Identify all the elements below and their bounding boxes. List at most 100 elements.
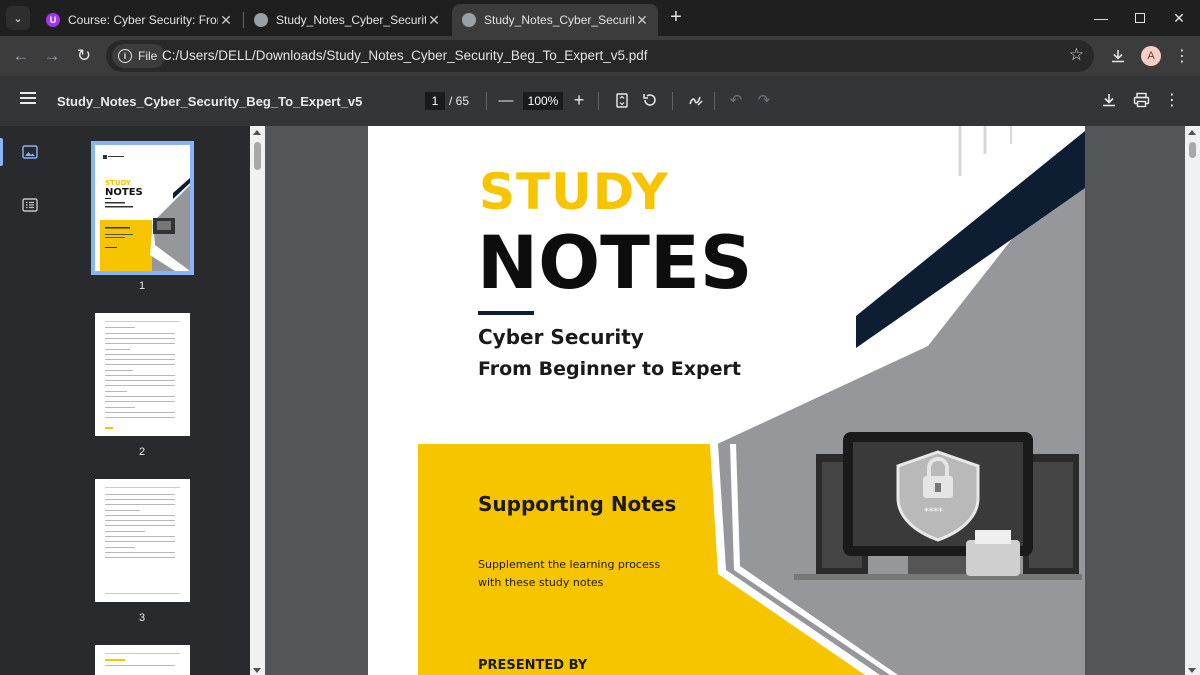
page-line bbox=[105, 487, 180, 488]
pdf-viewer[interactable]: **** STUDY NOTES Cyber Security From Beg… bbox=[265, 126, 1185, 675]
close-icon[interactable]: ✕ bbox=[218, 12, 234, 28]
thumbnail-page-1[interactable]: STUDY NOTES bbox=[91, 141, 194, 275]
toolbar-divider bbox=[714, 92, 715, 110]
profile-avatar[interactable]: A bbox=[1141, 46, 1161, 66]
forward-button[interactable]: → bbox=[38, 42, 66, 70]
page-line bbox=[105, 504, 175, 505]
globe-icon bbox=[462, 13, 476, 27]
zoom-out-button[interactable]: — bbox=[495, 89, 517, 111]
scroll-down-arrow[interactable] bbox=[253, 668, 261, 673]
thumbnail-page-2[interactable] bbox=[95, 313, 190, 436]
new-tab-button[interactable]: + bbox=[666, 7, 686, 28]
zoom-input[interactable]: 100% bbox=[523, 92, 563, 110]
page-line bbox=[105, 354, 175, 355]
supporting-notes-heading: Supporting Notes bbox=[478, 492, 677, 516]
bookmark-star-icon[interactable]: ☆ bbox=[1069, 45, 1084, 65]
svg-text:STUDY: STUDY bbox=[105, 179, 132, 187]
page-line bbox=[105, 321, 180, 322]
document-scrollbar[interactable] bbox=[1185, 126, 1200, 675]
window-close-button[interactable]: ✕ bbox=[1156, 0, 1200, 36]
page-line bbox=[105, 510, 140, 511]
page-line bbox=[105, 338, 175, 339]
reload-button[interactable]: ↻ bbox=[70, 42, 98, 70]
page-line bbox=[105, 327, 135, 328]
page-line bbox=[105, 499, 175, 500]
download-icon bbox=[1103, 94, 1115, 107]
scroll-down-arrow[interactable] bbox=[1188, 668, 1196, 673]
page-line bbox=[105, 665, 175, 666]
scroll-thumb[interactable] bbox=[1189, 142, 1196, 158]
toolbar-divider bbox=[672, 92, 673, 110]
close-icon[interactable]: ✕ bbox=[426, 12, 442, 28]
thumbnail-label: 3 bbox=[138, 612, 146, 624]
page-line bbox=[105, 401, 175, 402]
tab-search-button[interactable]: ⌄ bbox=[6, 6, 30, 30]
page-line bbox=[105, 412, 175, 413]
page-line bbox=[105, 541, 175, 542]
page-number-input[interactable]: 1 bbox=[425, 92, 445, 110]
close-icon[interactable]: ✕ bbox=[634, 12, 650, 28]
outline-icon[interactable] bbox=[22, 198, 38, 212]
rotate-icon bbox=[643, 94, 656, 106]
tab-study-notes-active[interactable]: Study_Notes_Cyber_Security_Beg ✕ bbox=[452, 4, 658, 36]
thumbnail-label: 1 bbox=[138, 280, 146, 292]
pdf-page-1: **** STUDY NOTES Cyber Security From Beg… bbox=[368, 126, 1085, 675]
tab-title: Course: Cyber Security: From Beg bbox=[68, 13, 218, 27]
pdf-download-button[interactable] bbox=[1098, 89, 1120, 111]
page-line bbox=[105, 380, 175, 381]
cover-artwork: **** bbox=[418, 126, 1085, 675]
page-line bbox=[105, 385, 175, 386]
page-line bbox=[105, 536, 175, 537]
downloads-button[interactable] bbox=[1104, 42, 1132, 70]
annotate-button[interactable] bbox=[685, 89, 707, 111]
address-bar[interactable]: i File C:/Users/DELL/Downloads/Study_Not… bbox=[106, 40, 1094, 72]
pdf-toolbar: Study_Notes_Cyber_Security_Beg_To_Expert… bbox=[0, 76, 1200, 126]
scroll-thumb[interactable] bbox=[254, 142, 261, 170]
tab-course[interactable]: U Course: Cyber Security: From Beg ✕ bbox=[36, 4, 242, 36]
selected-indicator bbox=[0, 138, 3, 166]
maximize-icon bbox=[1135, 13, 1145, 23]
fit-to-page-icon bbox=[616, 92, 628, 108]
sidebar-menu-button[interactable] bbox=[20, 92, 36, 106]
thumbnail-page-4[interactable] bbox=[95, 645, 190, 675]
tab-title: Study_Notes_Cyber_Security_Beg bbox=[484, 13, 634, 27]
back-button[interactable]: ← bbox=[7, 42, 35, 70]
presented-by-label: PRESENTED BY bbox=[478, 658, 588, 673]
pdf-sidebar-nav bbox=[0, 126, 56, 675]
page-line bbox=[105, 653, 180, 654]
cover-notes-heading: NOTES bbox=[477, 221, 753, 306]
page-line bbox=[105, 359, 175, 360]
page-line bbox=[105, 349, 130, 350]
print-button[interactable] bbox=[1130, 89, 1152, 111]
scroll-up-arrow[interactable] bbox=[1188, 130, 1196, 135]
scroll-up-arrow[interactable] bbox=[253, 130, 261, 135]
tab-strip: ⌄ U Course: Cyber Security: From Beg ✕ S… bbox=[0, 0, 1200, 36]
url-text[interactable]: C:/Users/DELL/Downloads/Study_Notes_Cybe… bbox=[162, 48, 648, 63]
cover-study-heading: STUDY bbox=[479, 163, 669, 221]
thumbnail-page-3[interactable] bbox=[95, 479, 190, 602]
site-info-chip[interactable]: i File bbox=[112, 44, 166, 68]
browser-menu-button[interactable]: ⋮ bbox=[1168, 42, 1196, 70]
undo-button[interactable]: ↶ bbox=[725, 89, 747, 111]
page-line bbox=[105, 343, 175, 344]
svg-text:NOTES: NOTES bbox=[105, 187, 143, 198]
tab-study-notes-1[interactable]: Study_Notes_Cyber_Security_Beg ✕ bbox=[244, 4, 450, 36]
tab-title: Study_Notes_Cyber_Security_Beg bbox=[276, 13, 426, 27]
thumbnail-label: 2 bbox=[138, 446, 146, 458]
page-line bbox=[105, 557, 175, 558]
page-line bbox=[105, 531, 145, 532]
thumbnail-scrollbar[interactable] bbox=[250, 126, 265, 675]
page-total: / 65 bbox=[449, 94, 470, 108]
thumbnails-icon[interactable] bbox=[22, 145, 38, 159]
fit-page-button[interactable] bbox=[611, 89, 633, 111]
rotate-button[interactable] bbox=[639, 89, 661, 111]
cover-subtitle-line-1: Cyber Security bbox=[478, 325, 644, 349]
thumbnail-cover-image: STUDY NOTES bbox=[95, 145, 190, 271]
pdf-more-button[interactable]: ⋮ bbox=[1161, 89, 1183, 111]
toolbar-divider bbox=[486, 92, 487, 110]
thumbnail-panel: STUDY NOTES 1 2 3 bbox=[56, 126, 250, 675]
zoom-in-button[interactable]: + bbox=[568, 89, 590, 111]
svg-text:****: **** bbox=[924, 507, 943, 517]
globe-icon bbox=[254, 13, 268, 27]
redo-button[interactable]: ↷ bbox=[753, 89, 775, 111]
